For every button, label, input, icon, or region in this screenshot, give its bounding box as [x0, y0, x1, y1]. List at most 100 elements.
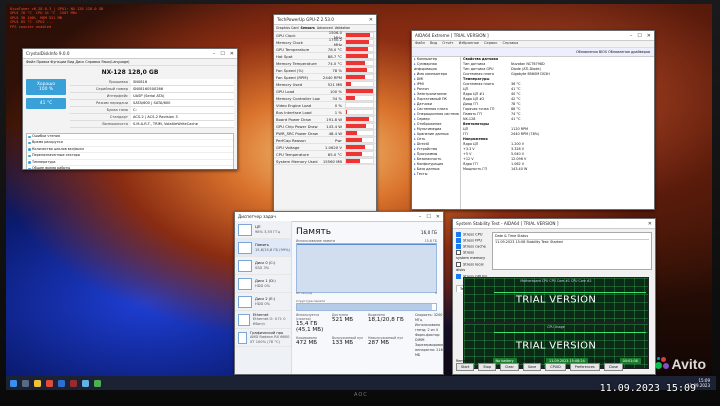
aida-sensor-list: Свойства датчика Тип датчика Nuvoton NCT67… — [461, 57, 654, 209]
gpuz-sensor-row: Hot Spot 88.7 °C — [274, 53, 376, 60]
aida-tree-item[interactable]: Суммарная информация — [414, 62, 460, 72]
gpuz-sensor-name[interactable]: GPU Clock — [276, 33, 320, 38]
close-icon[interactable]: ✕ — [369, 17, 373, 23]
st-stress-checkbox[interactable]: Stress system memory — [456, 250, 488, 262]
aida-tree[interactable]: КомпьютерСуммарная информацияИмя компьют… — [412, 57, 461, 209]
gpuz-sensor-name[interactable]: Board Power Draw — [276, 117, 320, 122]
st-stress-options[interactable]: Stress CPU Stress FPU Stress cache Stress s… — [456, 232, 488, 280]
cdi-menu[interactable]: Файл Правка Функции Вид Диск Справка Язы… — [23, 59, 237, 66]
gpuz-sensor-name[interactable]: GPU Temperature — [276, 47, 320, 52]
gpuz-sensor-graph-fill — [346, 152, 363, 156]
task-manager-window[interactable]: Диспетчер задач – ☐ ✕ ЦП 98% 3,55 ГГц Память… — [234, 211, 444, 375]
aida-tree-item[interactable]: Тесты — [414, 172, 460, 177]
aida-menu-item[interactable]: Отчёт — [442, 41, 453, 47]
gpuz-sensor-name[interactable]: System Memory Used — [276, 159, 320, 164]
st-close-button[interactable]: Close — [603, 363, 623, 371]
st-start-button[interactable]: Start — [456, 363, 475, 371]
aida-menu-item[interactable]: Вид — [430, 41, 437, 47]
gpuz-sensor-graph-fill — [346, 68, 368, 72]
aida-menu-item[interactable]: Избранное — [459, 41, 479, 47]
taskmgr-taskbar-icon[interactable] — [94, 379, 101, 387]
maximize-icon[interactable]: ☐ — [637, 33, 641, 39]
gpuz-sensor-row: GPU Voltage 1.0620 V — [274, 144, 376, 151]
tm-resource-item[interactable]: Память 15,6/15,8 ГБ (99%) — [235, 239, 291, 257]
gpuz-sensor-name[interactable]: GPU Chip Power Draw — [276, 124, 320, 129]
aida-toolbar[interactable]: Обновления BIOS Обновления драйверов — [412, 48, 654, 57]
tm-resource-detail: HDD 0% — [255, 283, 271, 288]
gpuz-sensor-name[interactable]: Memory Used — [276, 82, 320, 87]
tm-resource-item[interactable]: ЦП 98% 3,55 ГГц — [235, 221, 291, 239]
stability-test-window[interactable]: System Stability Test - AIDA64 [ TRIAL V… — [452, 218, 656, 375]
close-icon[interactable]: ✕ — [436, 214, 440, 220]
gpuz-sensor-name[interactable]: Bus Interface Load — [276, 110, 320, 115]
st-titlebar[interactable]: System Stability Test - AIDA64 [ TRIAL V… — [453, 219, 655, 229]
explorer-icon[interactable] — [34, 379, 41, 387]
gpuz-tab[interactable]: Graphics Card — [276, 26, 299, 30]
tm-resource-item[interactable]: Ethernet Ethernet О: 0 П: 0 Кбит/с — [235, 311, 291, 329]
st-save-button[interactable]: Save — [522, 363, 542, 371]
gpuz-sensor-graph — [345, 158, 374, 164]
cdi-titlebar[interactable]: CrystalDiskInfo 9.0.0 – ☐ ✕ — [23, 49, 237, 59]
gpuz-sensor-graph-fill — [346, 159, 360, 163]
aida-toolbar-links[interactable]: Обновления BIOS Обновления драйверов — [576, 50, 650, 54]
tm-resource-item[interactable]: Диск 1 (D:) HDD 0% — [235, 275, 291, 293]
gpuz-sensor-value: 65.0 °C — [327, 151, 342, 157]
maximize-icon[interactable]: ☐ — [426, 214, 430, 220]
minimize-icon[interactable]: – — [419, 214, 422, 220]
maximize-icon[interactable]: ☐ — [220, 51, 224, 57]
st-clear-button[interactable]: Clear — [500, 363, 519, 371]
aida-menu[interactable]: Файл Вид Отчёт Избранное Сервис Справка — [412, 41, 654, 48]
gpuz-window[interactable]: TechPowerUp GPU-Z 2.53.0 ✕ Graphics Card… — [273, 14, 377, 241]
gpuz-sensor-name[interactable]: GPU Voltage — [276, 145, 320, 150]
st-cpuid-button[interactable]: CPUID — [545, 363, 566, 371]
gpuz-sensor-value: 521 MB — [327, 81, 342, 87]
tm-stat: Невыгружаемый пул 287 МБ — [368, 336, 418, 348]
gpuz-sensor-name[interactable]: Hot Spot — [276, 54, 320, 59]
gpuz-tab[interactable]: Sensors — [301, 26, 315, 30]
tm-detail-line: Форм-фактор: DIMM — [415, 333, 441, 342]
st-title: System Stability Test - AIDA64 [ TRIAL V… — [456, 221, 559, 226]
close-icon[interactable]: ✕ — [648, 221, 652, 227]
tm-resource-item[interactable]: Графический про AMD Radeon RX 6600 XT 100… — [235, 329, 291, 347]
tm-title: Диспетчер задач — [238, 214, 276, 219]
minimize-icon[interactable]: – — [630, 33, 633, 39]
gpuz-sensor-name[interactable]: GPU Load — [276, 89, 320, 94]
gpuz-taskbar-icon[interactable] — [70, 379, 77, 387]
gpuz-sensor-name[interactable]: PWR_SRC Power Draw — [276, 131, 320, 136]
close-icon[interactable]: ✕ — [230, 51, 234, 57]
search-icon[interactable] — [22, 379, 29, 387]
gpuz-sensor-name[interactable]: Memory Controller Load — [276, 96, 320, 101]
gpuz-sensor-name[interactable]: Memory Clock — [276, 40, 320, 45]
tm-resource-detail: AMD Radeon RX 6600 XT 100% (78 °C) — [249, 335, 290, 344]
st-preferences-button[interactable]: Preferences — [569, 363, 600, 371]
crystaldiskinfo-window[interactable]: CrystalDiskInfo 9.0.0 – ☐ ✕ Файл Правка Фу… — [22, 48, 238, 170]
gpuz-titlebar[interactable]: TechPowerUp GPU-Z 2.53.0 ✕ — [274, 15, 376, 25]
aida-title: AIDA64 Extreme [ TRIAL VERSION ] — [415, 33, 489, 38]
aida64-window[interactable]: AIDA64 Extreme [ TRIAL VERSION ] – ☐ ✕ Фай… — [411, 30, 655, 210]
gpuz-sensor-name[interactable]: PerfCap Reason — [276, 138, 320, 143]
tm-resource-list[interactable]: ЦП 98% 3,55 ГГц Память 15,6/15,8 ГБ (99%) Ди… — [235, 221, 292, 374]
aida-menu-item[interactable]: Справка — [502, 41, 518, 47]
aida-taskbar-icon[interactable] — [58, 379, 65, 387]
gpuz-sensor-row: GPU Temperature 78.0 °C — [274, 46, 376, 53]
start-icon[interactable] — [10, 379, 17, 387]
cdi-field-value: UASP (Serial ATA) — [131, 93, 234, 99]
gpuz-sensor-name[interactable]: Fan Speed (%) — [276, 68, 320, 73]
tm-resource-item[interactable]: Диск 2 (E:) HDD 0% — [235, 293, 291, 311]
gpuz-sensor-name[interactable]: Memory Temperature — [276, 61, 320, 66]
st-stop-button[interactable]: Stop — [478, 363, 497, 371]
cdi-smart-row[interactable]: Общее время работы — [27, 166, 233, 169]
cdi-taskbar-icon[interactable] — [82, 379, 89, 387]
aida-titlebar[interactable]: AIDA64 Extreme [ TRIAL VERSION ] – ☐ ✕ — [412, 31, 654, 41]
close-icon[interactable]: ✕ — [647, 33, 651, 39]
browser-icon[interactable] — [46, 379, 53, 387]
st-stress-checkbox[interactable]: Stress local disks — [456, 262, 488, 274]
gpuz-sensor-name[interactable]: CPU Temperature — [276, 152, 320, 157]
gpuz-sensor-name[interactable]: Fan Speed (RPM) — [276, 75, 320, 80]
aida-menu-item[interactable]: Сервис — [484, 41, 497, 47]
tm-resource-item[interactable]: Диск 0 (C:) SSD 3% — [235, 257, 291, 275]
minimize-icon[interactable]: – — [213, 51, 216, 57]
gpuz-sensor-name[interactable]: Video Engine Load — [276, 103, 320, 108]
aida-menu-item[interactable]: Файл — [415, 41, 425, 47]
tm-resource-label: Диск 1 (D:) HDD 0% — [255, 279, 276, 288]
